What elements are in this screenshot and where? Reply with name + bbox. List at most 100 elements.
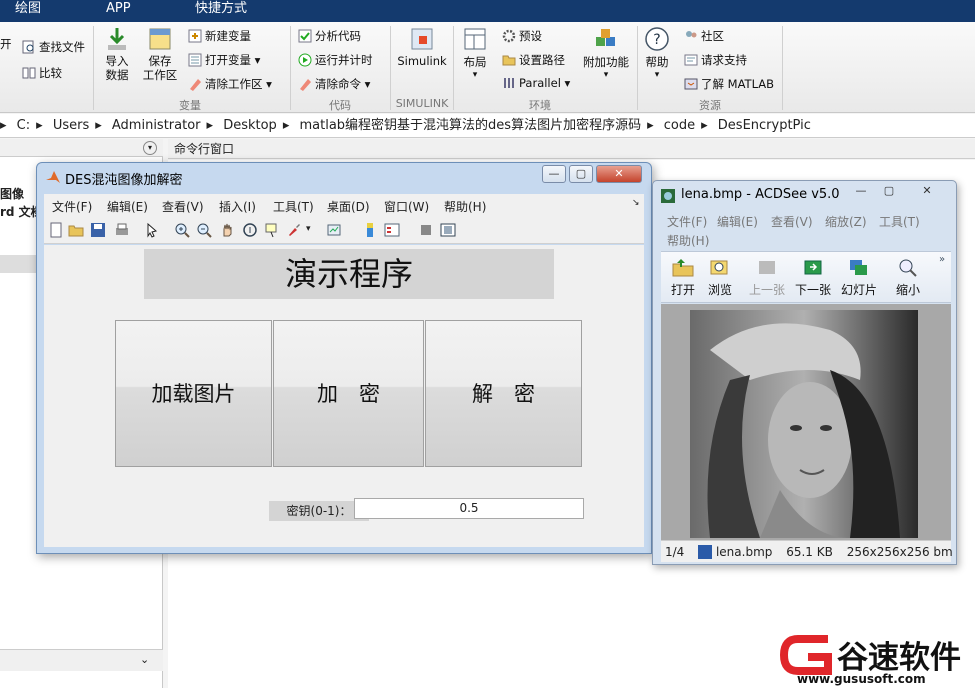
- image-dimensions: 256x256x256 bm: [846, 545, 953, 559]
- acd-menu-file[interactable]: 文件(F): [667, 213, 707, 230]
- print-icon[interactable]: [114, 222, 130, 238]
- acdsee-close-button[interactable]: ✕: [915, 183, 939, 201]
- tab-plots[interactable]: 绘图: [15, 0, 41, 22]
- group-label-simulink: SIMULINK: [395, 97, 449, 110]
- save-workspace-button[interactable]: 保存 工作区: [140, 26, 180, 82]
- open-variable-button[interactable]: 打开变量 ▾: [188, 52, 260, 68]
- brush-icon[interactable]: [286, 222, 302, 238]
- set-path-button[interactable]: 设置路径: [502, 52, 565, 68]
- tab-shortcuts[interactable]: 快捷方式: [195, 0, 247, 22]
- menu-help[interactable]: 帮助(H): [444, 198, 486, 215]
- save-icon[interactable]: [90, 222, 106, 238]
- bmp-file-icon: [698, 545, 713, 559]
- clear-commands-button[interactable]: 清除命令 ▾: [298, 76, 370, 92]
- menu-view[interactable]: 查看(V): [162, 198, 204, 215]
- acd-browse-button[interactable]: 浏览: [703, 258, 737, 298]
- analyze-code-button[interactable]: 分析代码: [298, 28, 361, 44]
- path-segment[interactable]: DesEncryptPic: [718, 118, 811, 133]
- show-plot-tools-icon[interactable]: [440, 222, 456, 238]
- addons-button[interactable]: 附加功能 ▾: [580, 26, 632, 80]
- data-cursor-icon[interactable]: [264, 222, 280, 238]
- acd-zoom-out-button[interactable]: 缩小: [891, 258, 925, 298]
- close-button[interactable]: ✕: [596, 165, 642, 183]
- compare-button[interactable]: 比较: [22, 65, 62, 81]
- panel-options-icon[interactable]: ▾: [143, 141, 157, 155]
- zoom-out-icon[interactable]: [196, 222, 212, 238]
- parallel-button[interactable]: Parallel ▾: [502, 76, 570, 90]
- request-support-button[interactable]: 请求支持: [684, 52, 747, 68]
- import-data-button[interactable]: 导入 数据: [100, 26, 134, 82]
- image-index: 1/4: [665, 545, 685, 559]
- colorbar-icon[interactable]: [362, 222, 378, 238]
- layout-button[interactable]: 布局 ▾: [460, 26, 490, 80]
- menu-tools[interactable]: 工具(T): [273, 198, 314, 215]
- acdsee-minimize-button[interactable]: —: [849, 183, 873, 201]
- load-image-button[interactable]: 加载图片: [115, 320, 272, 467]
- folder-icon: [502, 55, 516, 66]
- path-address-bar[interactable]: ▸ C: ▸ Users ▸ Administrator ▸ Desktop ▸ mat…: [0, 114, 975, 138]
- link-plot-icon[interactable]: [326, 222, 342, 238]
- simulink-button[interactable]: Simulink: [396, 26, 448, 68]
- acdsee-title: lena.bmp - ACDSee v5.0: [681, 187, 840, 202]
- rotate-3d-icon[interactable]: [242, 222, 258, 238]
- acdsee-window: lena.bmp - ACDSee v5.0 — ▢ ✕ 文件(F) 编辑(E)…: [652, 180, 957, 565]
- find-files-icon: [22, 40, 34, 54]
- path-segment[interactable]: C:: [17, 118, 30, 133]
- menu-window[interactable]: 窗口(W): [384, 198, 429, 215]
- open-button[interactable]: 开: [0, 36, 12, 52]
- decrypt-button[interactable]: 解 密: [425, 320, 582, 467]
- menu-file[interactable]: 文件(F): [52, 198, 92, 215]
- new-variable-button[interactable]: 新建变量: [188, 28, 251, 44]
- clear-workspace-icon: [190, 79, 201, 91]
- slideshow-icon: [850, 260, 867, 275]
- clear-workspace-button[interactable]: 清除工作区 ▾: [188, 76, 272, 92]
- help-button[interactable]: ? 帮助 ▾: [642, 26, 672, 80]
- figure-title: DES混沌图像加解密: [65, 173, 183, 188]
- chevron-down-icon[interactable]: ⌄: [140, 653, 149, 666]
- menu-edit[interactable]: 编辑(E): [107, 198, 148, 215]
- browse-icon: [710, 260, 728, 275]
- hide-plot-tools-icon[interactable]: [418, 222, 434, 238]
- acd-slideshow-button[interactable]: 幻灯片: [839, 258, 879, 298]
- new-figure-icon[interactable]: [48, 222, 64, 238]
- folder-item[interactable]: 图像: [0, 185, 24, 202]
- file-size: 65.1 KB: [786, 545, 833, 559]
- find-files-button[interactable]: 查找文件: [22, 39, 85, 55]
- path-segment[interactable]: matlab编程密钥基于混沌算法的des算法图片加密程序源码: [299, 118, 641, 133]
- pointer-icon[interactable]: [144, 222, 160, 238]
- acd-menu-help[interactable]: 帮助(H): [667, 232, 709, 249]
- minimize-button[interactable]: —: [542, 165, 566, 183]
- acd-next-button[interactable]: 下一张: [793, 258, 833, 298]
- path-segment[interactable]: Administrator: [112, 118, 201, 133]
- path-segment[interactable]: Users: [53, 118, 89, 133]
- brush-dropdown-icon[interactable]: ▾: [306, 224, 322, 240]
- support-icon: [684, 54, 698, 66]
- preferences-button[interactable]: 预设: [502, 28, 542, 44]
- pan-hand-icon[interactable]: [220, 222, 236, 238]
- path-segment[interactable]: code: [664, 118, 695, 133]
- menu-insert[interactable]: 插入(I): [219, 198, 256, 215]
- path-segment[interactable]: Desktop: [223, 118, 277, 133]
- legend-icon[interactable]: [384, 222, 400, 238]
- community-button[interactable]: 社区: [684, 28, 724, 44]
- acd-prev-button[interactable]: 上一张: [747, 258, 787, 298]
- toolbar-overflow-icon[interactable]: »: [939, 254, 945, 265]
- acd-menu-tools[interactable]: 工具(T): [879, 213, 920, 230]
- encrypt-button[interactable]: 加 密: [273, 320, 424, 467]
- acd-open-button[interactable]: 打开: [667, 258, 699, 298]
- zoom-in-icon[interactable]: [174, 222, 190, 238]
- key-input[interactable]: 0.5: [354, 498, 584, 519]
- open-file-icon[interactable]: [68, 222, 84, 238]
- menu-desktop[interactable]: 桌面(D): [327, 198, 370, 215]
- menu-dock-icon[interactable]: ↘: [632, 198, 640, 208]
- learn-matlab-button[interactable]: 了解 MATLAB: [684, 76, 774, 92]
- run-and-time-button[interactable]: 运行并计时: [298, 52, 373, 68]
- acd-menu-edit[interactable]: 编辑(E): [717, 213, 758, 230]
- maximize-button[interactable]: ▢: [569, 165, 593, 183]
- acd-menu-zoom[interactable]: 缩放(Z): [825, 213, 867, 230]
- figure-toolbar: ▾: [44, 216, 644, 244]
- acdsee-maximize-button[interactable]: ▢: [877, 183, 901, 201]
- tab-apps[interactable]: APP: [106, 0, 131, 22]
- demo-title-label: 演示程序: [144, 249, 554, 299]
- acd-menu-view[interactable]: 查看(V): [771, 213, 813, 230]
